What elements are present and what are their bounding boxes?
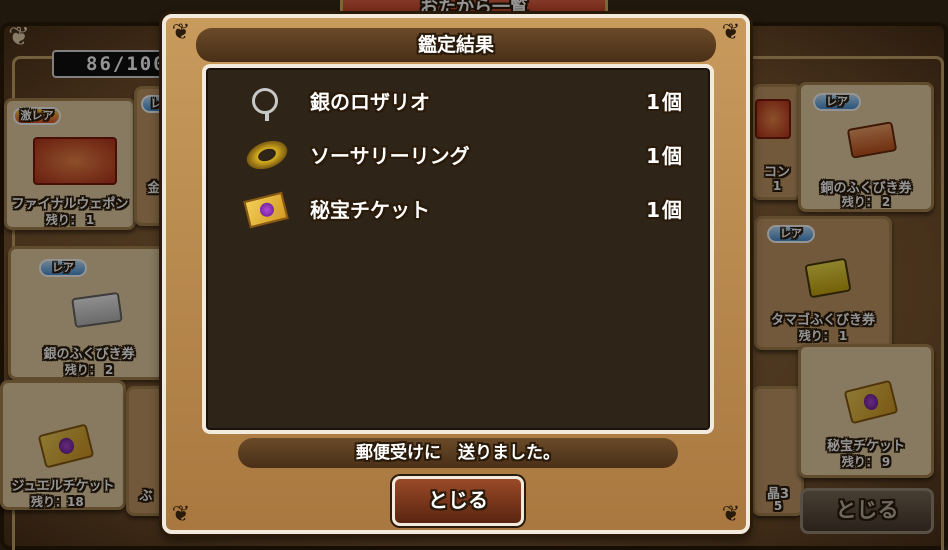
result-item-quantity: 1個 bbox=[646, 198, 684, 222]
ticket-icon bbox=[243, 191, 289, 229]
appraisal-result-dialog: ❦ ❦ ❦ ❦ 鑑定結果 銀のロザリオ 1個 ソーサリーリング 1個 秘宝チケッ… bbox=[162, 14, 750, 534]
corner-ornament-icon: ❦ bbox=[171, 502, 191, 527]
result-row: 秘宝チケット 1個 bbox=[206, 184, 710, 234]
result-item-name: 秘宝チケット bbox=[310, 198, 430, 222]
result-row: 銀のロザリオ 1個 bbox=[206, 76, 710, 126]
ring-icon bbox=[242, 135, 292, 175]
dialog-title: 鑑定結果 bbox=[196, 28, 716, 62]
result-item-name: 銀のロザリオ bbox=[310, 90, 430, 114]
rosary-icon bbox=[252, 88, 278, 121]
result-item-name: ソーサリーリング bbox=[310, 144, 470, 168]
result-list: 銀のロザリオ 1個 ソーサリーリング 1個 秘宝チケット 1個 bbox=[202, 64, 714, 434]
corner-ornament-icon: ❦ bbox=[721, 20, 741, 45]
corner-ornament-icon: ❦ bbox=[171, 20, 191, 45]
close-button[interactable]: とじる bbox=[392, 476, 524, 526]
result-item-quantity: 1個 bbox=[646, 90, 684, 114]
sent-to-mailbox-message: 郵便受けに 送りました。 bbox=[238, 438, 678, 468]
corner-ornament-icon: ❦ bbox=[721, 502, 741, 527]
result-item-quantity: 1個 bbox=[646, 144, 684, 168]
result-row: ソーサリーリング 1個 bbox=[206, 130, 710, 180]
